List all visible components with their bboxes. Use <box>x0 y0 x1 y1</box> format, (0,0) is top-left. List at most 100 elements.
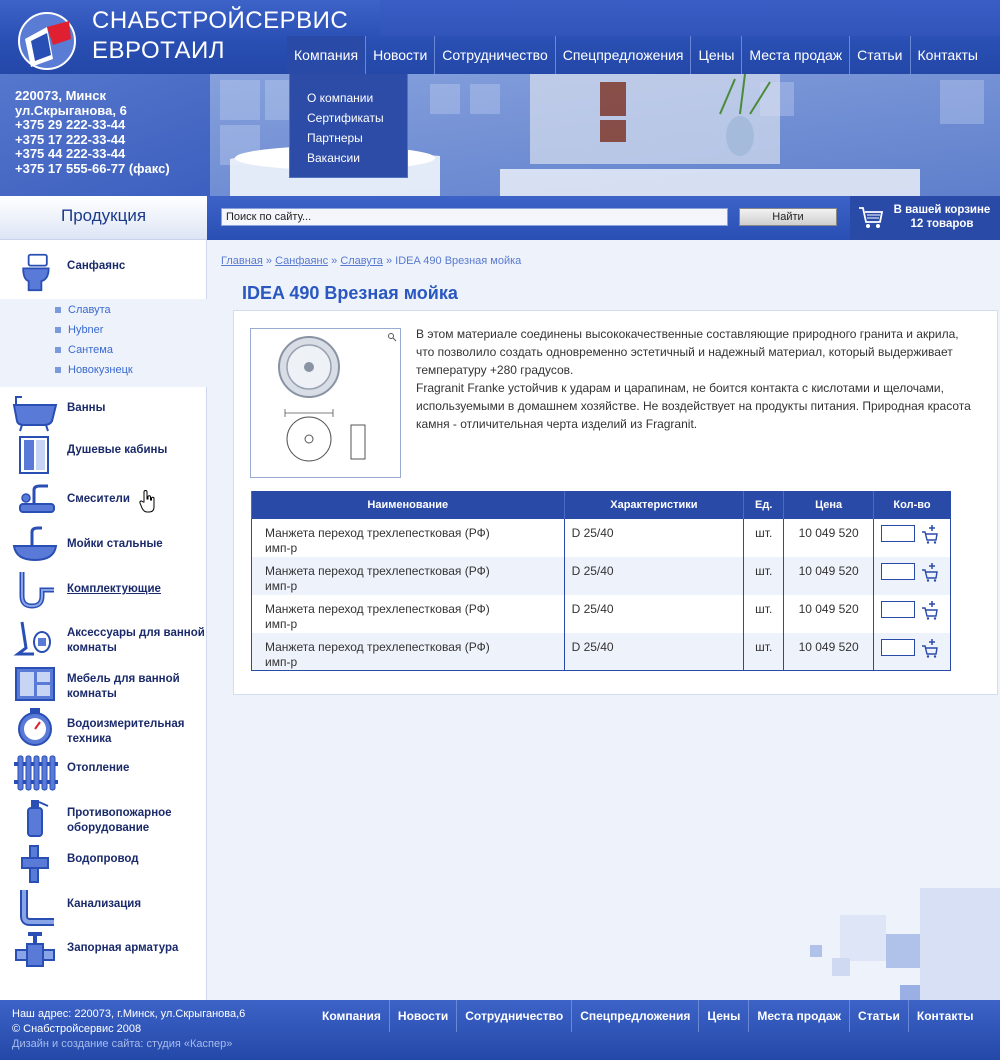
site-footer: Наш адрес: 220073, г.Минск, ул.Скрыганов… <box>0 1000 1000 1060</box>
footer-nav-news[interactable]: Новости <box>388 1000 456 1032</box>
description-paragraph-1: В этом материале соединены высококачеств… <box>416 327 959 377</box>
accessories-icon <box>13 621 51 656</box>
breadcrumb-current: IDEA 490 Врезная мойка <box>395 255 522 267</box>
logo-icon[interactable] <box>17 11 77 71</box>
category-shutoff-valves[interactable]: Запорная арматура <box>0 932 207 972</box>
dropdown-partners[interactable]: Партнеры <box>290 128 407 148</box>
product-description: В этом материале соединены высококачеств… <box>416 325 976 433</box>
nav-places-of-sale[interactable]: Места продаж <box>741 36 849 74</box>
category-heating[interactable]: Отопление <box>0 752 207 792</box>
footer-nav-cooperation[interactable]: Сотрудничество <box>456 1000 571 1032</box>
add-to-cart-icon[interactable] <box>922 600 939 620</box>
fire-extinguisher-icon <box>27 800 49 837</box>
category-sewerage[interactable]: Канализация <box>0 888 207 928</box>
footer-nav-prices[interactable]: Цены <box>698 1000 748 1032</box>
col-header-name: Наименование <box>251 491 565 519</box>
dropdown-about[interactable]: О компании <box>290 88 407 108</box>
quantity-input[interactable] <box>881 562 916 580</box>
hand-cursor-icon <box>139 490 155 513</box>
footer-nav-contacts[interactable]: Контакты <box>907 1000 982 1032</box>
table-row: Манжета переход трехлепестковая (РФ) имп… <box>251 518 951 557</box>
category-label: Комплектующие <box>67 583 161 595</box>
col-header-qty: Кол-во <box>873 491 951 519</box>
footer-credit-link[interactable]: Дизайн и создание сайта: студия «Каспер» <box>12 1037 245 1052</box>
phone-fax: +375 17 555-66-77 (факс) <box>15 160 170 176</box>
category-sanfayans[interactable]: Санфаянс <box>0 252 207 296</box>
nav-contacts[interactable]: Контакты <box>909 36 985 74</box>
category-label: Мойки стальные <box>67 538 163 550</box>
products-heading: Продукция <box>0 196 207 240</box>
banner: 220073, Минск ул.Скрыганова, 6 +375 29 2… <box>0 74 1000 196</box>
add-to-cart-icon[interactable] <box>922 524 939 544</box>
category-sidebar: Санфаянс Славута Hybner Сантема Новокузн… <box>0 240 207 1000</box>
add-to-cart-icon[interactable] <box>922 562 939 582</box>
row-price: 10 049 520 <box>783 594 874 633</box>
nav-prices[interactable]: Цены <box>690 36 741 74</box>
company-dropdown-menu: О компании Сертификаты Партнеры Вакансии <box>289 74 408 178</box>
dropdown-certificates[interactable]: Сертификаты <box>290 108 407 128</box>
table-row: Манжета переход трехлепестковая (РФ) имп… <box>251 556 951 595</box>
category-bath-accessories[interactable]: Аксессуары для ванной комнаты <box>0 618 207 658</box>
sink-icon <box>12 526 58 562</box>
subcategory-hybner[interactable]: Hybner <box>55 324 103 336</box>
row-unit: шт. <box>743 594 784 633</box>
row-qty-cell <box>873 518 951 557</box>
row-qty-cell <box>873 556 951 595</box>
table-row: Манжета переход трехлепестковая (РФ) имп… <box>251 632 951 671</box>
col-header-specs: Характеристики <box>563 491 744 519</box>
breadcrumb-home[interactable]: Главная <box>221 255 263 267</box>
category-label: Водопровод <box>67 853 139 865</box>
cart-widget[interactable]: В вашей корзине 12 товаров <box>850 196 1000 240</box>
quantity-input[interactable] <box>881 600 916 618</box>
nav-special-offers[interactable]: Спецпредложения <box>554 36 691 74</box>
sink-drawing <box>278 333 397 462</box>
cart-icon <box>859 207 884 228</box>
siphon-icon <box>19 572 54 609</box>
category-shower-cabins[interactable]: Душевые кабины <box>0 435 207 475</box>
dropdown-vacancies[interactable]: Вакансии <box>290 148 407 168</box>
col-header-price: Цена <box>783 491 874 519</box>
phone-3: +375 44 222-33-44 <box>15 146 126 161</box>
row-spec: D 25/40 <box>563 594 744 633</box>
category-bathtubs[interactable]: Ванны <box>0 393 207 433</box>
category-faucets[interactable]: Смесители <box>0 480 207 520</box>
category-label: Душевые кабины <box>67 444 168 456</box>
nav-news[interactable]: Новости <box>365 36 434 74</box>
decor-squares <box>810 888 1000 1000</box>
category-bath-furniture[interactable]: Мебель для ванной комнаты <box>0 664 207 704</box>
category-components[interactable]: Комплектующие <box>0 570 207 610</box>
pipe-fitting-icon <box>21 845 49 883</box>
footer-nav-articles[interactable]: Статьи <box>849 1000 908 1032</box>
category-water-meters[interactable]: Водоизмерительная техника <box>0 708 207 748</box>
nav-cooperation[interactable]: Сотрудничество <box>434 36 554 74</box>
add-to-cart-icon[interactable] <box>922 638 939 658</box>
nav-company[interactable]: Компания <box>287 36 366 74</box>
nav-articles[interactable]: Статьи <box>849 36 909 74</box>
search-bar: Найти В вашей корзине 12 товаров <box>207 196 1000 240</box>
footer-nav-company[interactable]: Компания <box>314 1000 389 1032</box>
subcategory-slavuta[interactable]: Славута <box>55 304 111 316</box>
faucet-icon <box>19 484 55 513</box>
breadcrumb-subcategory[interactable]: Славута <box>340 255 383 267</box>
row-spec: D 25/40 <box>563 556 744 595</box>
address-line2: ул.Скрыганова, 6 <box>15 102 127 118</box>
footer-nav-special-offers[interactable]: Спецпредложения <box>571 1000 698 1032</box>
quantity-input[interactable] <box>881 638 916 656</box>
search-button[interactable]: Найти <box>739 208 837 226</box>
quantity-input[interactable] <box>881 524 916 542</box>
cart-text: В вашей корзине 12 товаров <box>886 203 998 231</box>
product-image[interactable] <box>250 328 401 478</box>
category-water-supply[interactable]: Водопровод <box>0 844 207 884</box>
subcategory-santema[interactable]: Сантема <box>55 344 113 356</box>
breadcrumb: Главная » Санфаянс » Славута » IDEA 490 … <box>221 255 521 267</box>
category-fire-equipment[interactable]: Противопожарное оборудование <box>0 798 207 838</box>
breadcrumb-category[interactable]: Санфаянс <box>275 255 328 267</box>
row-name: Манжета переход трехлепестковая (РФ) имп… <box>251 594 565 633</box>
row-price: 10 049 520 <box>783 518 874 557</box>
category-label: Мебель для ванной комнаты <box>67 673 180 700</box>
footer-nav-places-of-sale[interactable]: Места продаж <box>748 1000 849 1032</box>
subcategory-novokuznetsk[interactable]: Новокузнецк <box>55 364 133 376</box>
product-card: В этом материале соединены высококачеств… <box>233 310 998 695</box>
search-input[interactable] <box>221 208 728 226</box>
category-steel-sinks[interactable]: Мойки стальные <box>0 524 207 564</box>
